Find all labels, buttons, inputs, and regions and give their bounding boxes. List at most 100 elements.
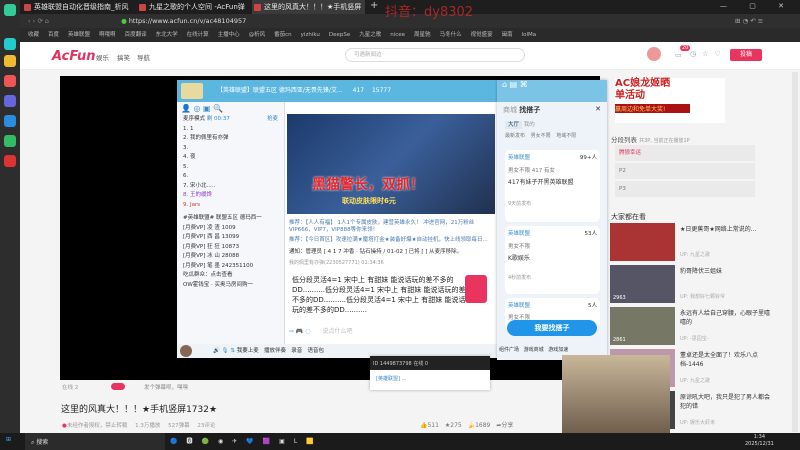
mic-list-item[interactable]: 4. 夜 bbox=[177, 153, 284, 163]
bookmark-item[interactable]: 番茄cn bbox=[274, 32, 292, 38]
toolbar-icons[interactable]: 👤 ◎ ▣ 🔍 bbox=[177, 102, 284, 115]
channel-member[interactable]: [月费VP] 狂 狂 10873 bbox=[177, 243, 284, 253]
app-icon[interactable] bbox=[4, 115, 16, 127]
avatar[interactable] bbox=[647, 47, 661, 61]
star-button[interactable]: ★275 bbox=[445, 422, 462, 429]
acfun-logo[interactable]: AcFun bbox=[52, 49, 96, 64]
app-icon[interactable] bbox=[4, 55, 16, 67]
chat-input-bar[interactable]: ⇨ 🎮 ◌ 说点什么吧 bbox=[289, 326, 495, 335]
mic-list-item[interactable]: 2. 我的佩里有亦弹 bbox=[177, 134, 284, 144]
bookmark-item[interactable]: lolMa bbox=[522, 32, 537, 38]
record-button[interactable]: 录音 bbox=[291, 348, 302, 354]
bookmark-item[interactable]: 百度翻译 bbox=[125, 32, 147, 38]
bookmark-item[interactable]: 周星驰 bbox=[414, 32, 431, 38]
clock[interactable]: 1:34 2025/12/31 bbox=[745, 434, 774, 448]
share-button[interactable]: ➦分享 bbox=[496, 422, 513, 429]
mic-up-button[interactable]: 我要上麦 bbox=[237, 348, 259, 354]
user-avatar[interactable] bbox=[180, 345, 192, 357]
bookmark-item[interactable]: 英雄联盟 bbox=[68, 32, 90, 38]
bookmark-item[interactable]: 马冬什么 bbox=[440, 32, 462, 38]
bookmark-item[interactable]: 闽南 bbox=[502, 32, 513, 38]
tab[interactable]: 英雄联盟自动化晋级指南_析风 bbox=[22, 0, 135, 14]
windows-start-icon[interactable]: ⊞ bbox=[6, 436, 11, 443]
filter[interactable]: 男女不限 bbox=[531, 133, 551, 139]
back-icon[interactable]: ‹ › ⟳ ⌂ bbox=[28, 17, 49, 25]
banana-button[interactable]: 🍌1689 bbox=[468, 422, 491, 429]
channel-member[interactable]: [月费VP] 凌 渣 1009 bbox=[177, 224, 284, 234]
bookmark-item[interactable]: 百度 bbox=[48, 32, 59, 38]
bookmark-item[interactable]: nicee bbox=[390, 32, 405, 38]
channel-member[interactable]: OW霍钱宝 · 买奥马房间购一 bbox=[177, 281, 284, 291]
app-icon[interactable] bbox=[4, 38, 16, 50]
nav-funny[interactable]: 搞笑 bbox=[117, 52, 130, 62]
partner-card[interactable]: 英雄联盟 53人 男女不限 K歌娱乐 4秒前发布 bbox=[505, 226, 600, 294]
danmu-toggle[interactable] bbox=[111, 383, 125, 390]
partner-card[interactable]: 英雄联盟 99+人 男女不限 417 有女 417有妹子开黑英雄联盟 9天前发布 bbox=[505, 150, 600, 222]
bookmark-item[interactable]: 视觉盛宴 bbox=[471, 32, 493, 38]
chat-input[interactable]: 说点什么吧 bbox=[322, 328, 352, 335]
find-partner-button[interactable]: 我要找搭子 bbox=[507, 320, 597, 336]
tab-find-partner[interactable]: 找搭子 bbox=[519, 106, 540, 114]
app-icon[interactable] bbox=[4, 75, 16, 87]
new-tab-icon[interactable]: + bbox=[370, 0, 378, 11]
bookmark-item[interactable]: DeepSe bbox=[329, 32, 350, 38]
mic-list-item[interactable]: 1. 1 bbox=[177, 125, 284, 135]
ad-banner[interactable]: AC娘龙姬晒单活动 赢周边和免单大奖! bbox=[615, 78, 725, 123]
recommend-item[interactable]: ★日更蕉哥★网络上常说的... UP: 九星之歌 bbox=[610, 223, 780, 263]
bookmark-item[interactable]: @析风 bbox=[249, 32, 266, 38]
message-icon[interactable]: ▭ bbox=[675, 51, 682, 59]
bookmark-item[interactable]: 东北大学 bbox=[156, 32, 178, 38]
channel-member[interactable]: #英雄联盟# 联盟五区 德玛西一 bbox=[177, 214, 284, 224]
segment-item[interactable]: P2 bbox=[615, 163, 755, 179]
search-input[interactable]: 可遇新闻边 bbox=[345, 48, 525, 62]
filter[interactable]: 最新发布 bbox=[505, 133, 525, 139]
url-text[interactable]: https://www.acfun.cn/v/ac48104957 bbox=[129, 17, 246, 25]
red-packet-icon[interactable] bbox=[465, 275, 487, 303]
tab-mine[interactable]: 我的 bbox=[524, 122, 535, 128]
accompany-button[interactable]: 播放伴奏 bbox=[264, 348, 286, 354]
bookmark-item[interactable]: yizhiku bbox=[301, 32, 320, 38]
tab-shop[interactable]: 商城 bbox=[503, 106, 517, 114]
tab-hall[interactable]: 大厅 bbox=[505, 121, 523, 129]
game-boost-link[interactable]: 游戏加速 bbox=[548, 347, 568, 353]
event-banner[interactable]: 黑猫警长，双抓！ 联动皮肤限时6元 bbox=[287, 114, 495, 214]
menu-icon[interactable]: ⊞ ◔ ↶ ≡ bbox=[735, 14, 763, 28]
recommend-item[interactable]: 2963 豹哥降伏三姐妹 UP: 我想好七颗铃爷 bbox=[610, 265, 780, 305]
bookmark-item[interactable]: 啊哦啊 bbox=[99, 32, 116, 38]
bookmark-item[interactable]: 收藏 bbox=[28, 32, 39, 38]
grab-mic-button[interactable]: 抢麦 bbox=[267, 115, 278, 125]
like-button[interactable]: 👍511 bbox=[420, 422, 439, 429]
mic-list-item[interactable]: 5. bbox=[177, 163, 284, 173]
recommend-item[interactable]: 2861 永远有人给自己穿腰，心眼子里嘻嘻的 UP: -思园宝- bbox=[610, 307, 780, 347]
window-controls[interactable]: — ▢ ✕ bbox=[720, 2, 794, 10]
nav-navigation[interactable]: 导航 bbox=[137, 52, 150, 62]
history-icon[interactable]: ◷☆♡ bbox=[690, 50, 727, 58]
channel-member[interactable]: [月费VP] 西 昌 13099 bbox=[177, 233, 284, 243]
bookmark-item[interactable]: 在线计算 bbox=[187, 32, 209, 38]
segment-item[interactable]: P3 bbox=[615, 181, 755, 197]
close-icon[interactable]: ✕ bbox=[595, 105, 601, 113]
danmu-input[interactable]: 发个弹幕呗，嘿嘿 bbox=[144, 383, 188, 391]
widget-square-link[interactable]: 组件广场 bbox=[499, 347, 519, 353]
game-store-link[interactable]: 游戏商城 bbox=[524, 347, 544, 353]
channel-member[interactable]: [月费VP] 冰 山 28088 bbox=[177, 252, 284, 262]
app-icon[interactable] bbox=[4, 135, 16, 147]
home-icon[interactable]: ⌂ ▤ ⌘ bbox=[497, 80, 528, 89]
app-icon[interactable] bbox=[4, 4, 16, 16]
post-button[interactable]: 投稿 bbox=[730, 49, 762, 61]
room-name[interactable]: [英雄联盟] ... bbox=[370, 370, 490, 387]
nav-entertainment[interactable]: 娱乐 bbox=[96, 52, 109, 62]
app-icon[interactable] bbox=[4, 95, 16, 107]
mic-list-item[interactable]: 3. bbox=[177, 144, 284, 154]
app-icon[interactable] bbox=[4, 155, 16, 167]
bookmark-item[interactable]: 九星之歌 bbox=[359, 32, 381, 38]
bookmark-item[interactable]: 主播中心 bbox=[218, 32, 240, 38]
voice-pack-button[interactable]: 语音包 bbox=[307, 348, 324, 354]
taskbar-apps[interactable]: 🔵🅶🟢◉✈💙🟪▣L🟨 bbox=[170, 436, 323, 445]
tab[interactable]: 九星之歌的个人空间 -AcFun弹 bbox=[137, 0, 250, 14]
volume-icon[interactable]: 🔊 🎙 ⇅ bbox=[213, 348, 237, 354]
scrollbar[interactable] bbox=[792, 72, 798, 432]
channel-member[interactable]: [月费VP] 笔 墨 242351100 bbox=[177, 262, 284, 272]
tab-active[interactable]: 这里的风真大！！！★手机竖屏 bbox=[252, 0, 365, 14]
mic-list-item[interactable]: 8. 王的缓馋 bbox=[177, 191, 284, 201]
